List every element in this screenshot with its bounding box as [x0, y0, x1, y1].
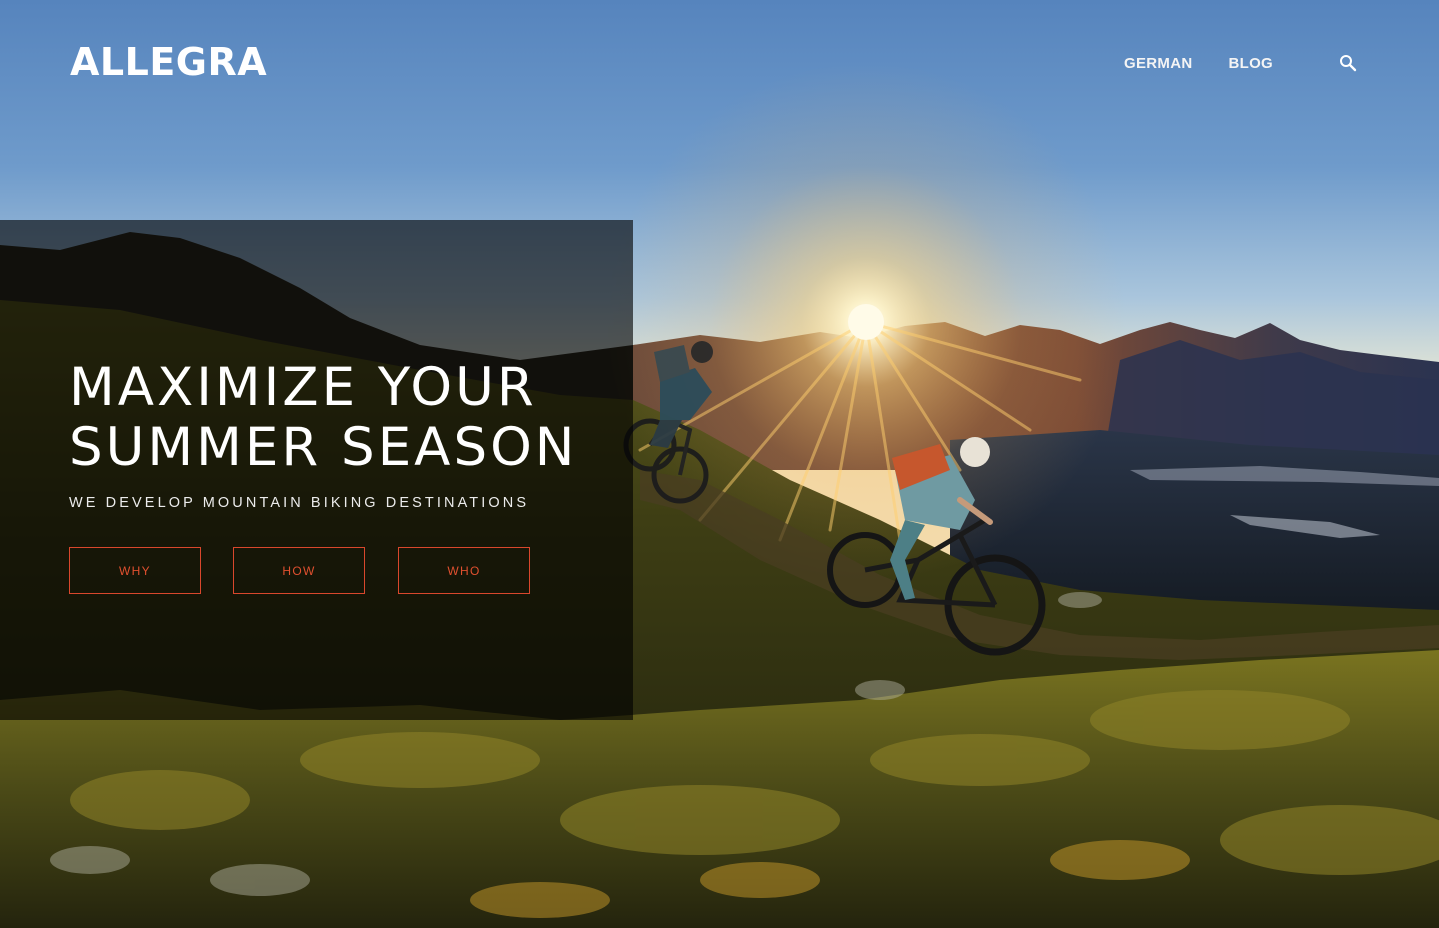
hero-tagline: WE DEVELOP MOUNTAIN BIKING DESTINATIONS — [69, 495, 530, 511]
hero-headline: MAXIMIZE YOUR SUMMER SEASON — [69, 358, 577, 478]
hero-headline-line-1: MAXIMIZE YOUR — [69, 357, 537, 418]
who-button[interactable]: WHO — [398, 547, 530, 594]
main-nav: GERMAN BLOG — [1088, 50, 1359, 76]
nav-link-blog[interactable]: BLOG — [1228, 55, 1273, 72]
search-button[interactable] — [1337, 52, 1359, 74]
site-logo[interactable]: ALLEGRA — [70, 38, 267, 86]
how-button[interactable]: HOW — [233, 547, 365, 594]
search-icon — [1340, 55, 1357, 72]
hero-section: ALLEGRA GERMAN BLOG MAXIMIZE YOUR SUMMER… — [0, 0, 1439, 928]
hero-headline-line-2: SUMMER SEASON — [69, 417, 578, 478]
nav-link-german[interactable]: GERMAN — [1124, 55, 1192, 72]
why-button[interactable]: WHY — [69, 547, 201, 594]
